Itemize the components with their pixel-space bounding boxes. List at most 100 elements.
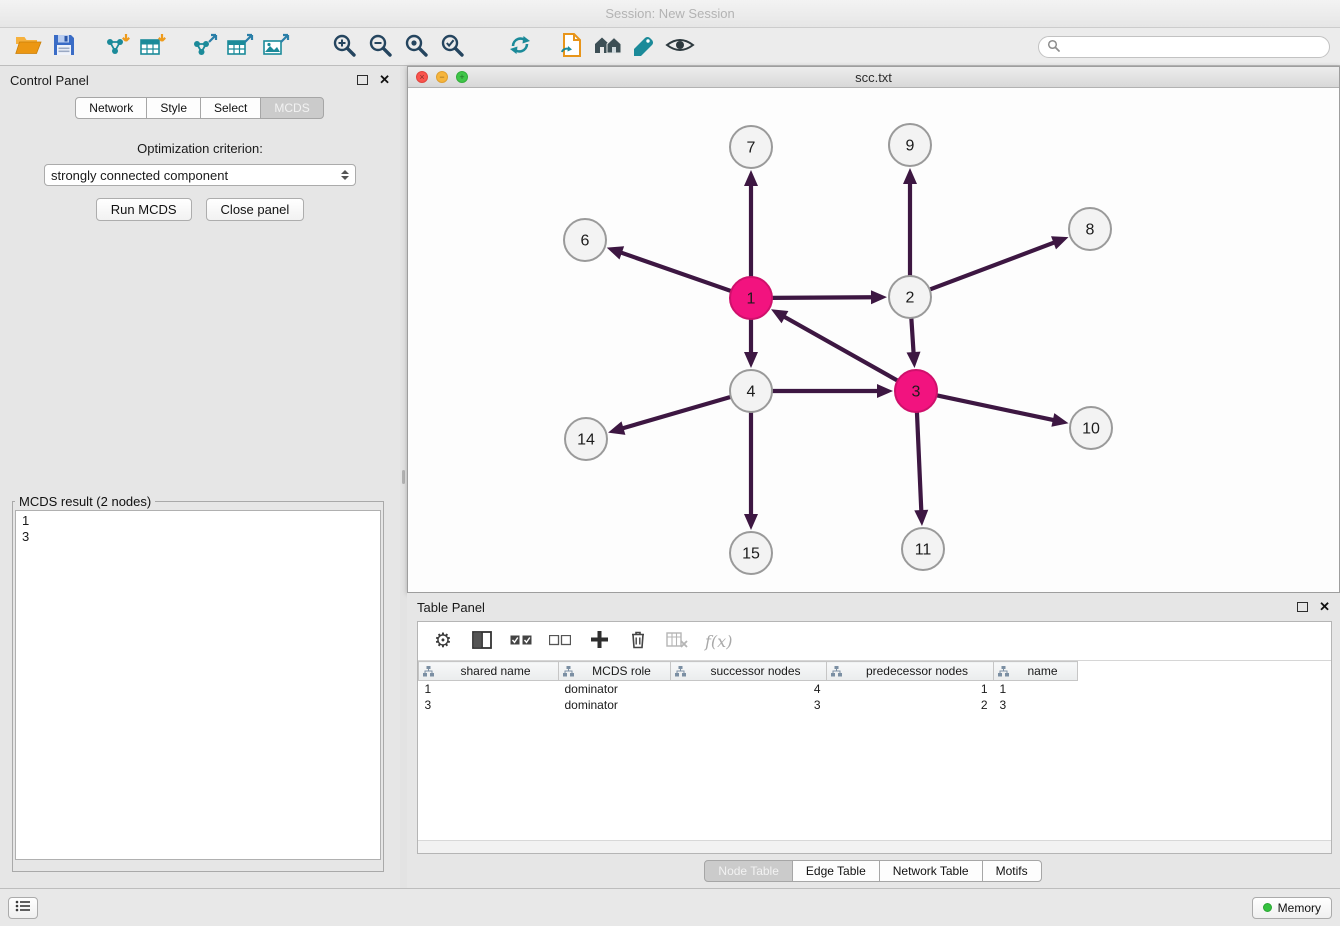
criterion-dropdown[interactable]: strongly connected component — [44, 164, 356, 186]
optimization-criterion-label: Optimization criterion: — [0, 141, 400, 156]
tab-node-table[interactable]: Node Table — [704, 860, 793, 882]
graph-node-11[interactable]: 11 — [902, 528, 944, 570]
vertical-splitter[interactable] — [400, 66, 407, 888]
task-history-button[interactable] — [8, 897, 38, 919]
function-builder-button[interactable]: f(x) — [705, 628, 732, 654]
graph-node-10[interactable]: 10 — [1070, 407, 1112, 449]
export-network-button[interactable] — [186, 31, 222, 63]
graph-node-1[interactable]: 1 — [730, 277, 772, 319]
graph-edge-3-11[interactable] — [917, 412, 921, 512]
import-network-icon — [102, 33, 130, 60]
show-columns-button[interactable] — [471, 628, 493, 654]
float-table-panel-icon[interactable] — [1297, 602, 1308, 612]
zoom-fit-button[interactable] — [398, 31, 434, 63]
svg-text:9: 9 — [906, 138, 915, 155]
tab-style[interactable]: Style — [146, 97, 201, 119]
float-panel-icon[interactable] — [357, 75, 368, 85]
zoom-in-button[interactable] — [326, 31, 362, 63]
cell-predecessor-nodes[interactable]: 2 — [827, 697, 994, 713]
trash-icon — [630, 630, 646, 652]
export-image-button[interactable] — [258, 31, 294, 63]
tab-select[interactable]: Select — [200, 97, 261, 119]
gear-icon: ⚙ — [434, 631, 452, 651]
graph-edge-3-1[interactable] — [783, 316, 897, 381]
graph-node-14[interactable]: 14 — [565, 418, 607, 460]
graph-edge-4-14[interactable] — [622, 397, 731, 429]
tab-network[interactable]: Network — [75, 97, 147, 119]
deselect-all-columns-button[interactable] — [549, 628, 571, 654]
import-table-button[interactable] — [134, 31, 170, 63]
graph-edge-1-6[interactable] — [620, 252, 731, 291]
cell-mcds-role[interactable]: dominator — [559, 681, 671, 697]
zoom-selected-button[interactable] — [434, 31, 470, 63]
graph-node-2[interactable]: 2 — [889, 276, 931, 318]
graph-node-9[interactable]: 9 — [889, 124, 931, 166]
graph-edge-2-3[interactable] — [911, 318, 913, 354]
window-close-icon[interactable]: × — [416, 71, 428, 83]
open-session-button[interactable] — [10, 31, 46, 63]
network-graph: 7 9 6 8 1 2 4 3 14 10 15 11 — [408, 88, 1339, 593]
graph-arrowhead — [1051, 413, 1068, 427]
first-neighbors-button[interactable] — [590, 31, 626, 63]
network-window-titlebar[interactable]: scc.txt × − + — [408, 67, 1339, 88]
graph-node-3[interactable]: 3 — [895, 370, 937, 412]
close-table-panel-icon[interactable]: ✕ — [1319, 599, 1330, 615]
delete-column-button[interactable] — [627, 628, 649, 654]
column-type-icon — [423, 666, 434, 680]
cell-shared-name[interactable]: 1 — [419, 681, 559, 697]
graph-edge-1-2[interactable] — [772, 297, 873, 298]
run-mcds-button[interactable]: Run MCDS — [96, 198, 192, 221]
graph-node-7[interactable]: 7 — [730, 126, 772, 168]
plus-icon — [591, 631, 608, 651]
graph-node-8[interactable]: 8 — [1069, 208, 1111, 250]
network-window-title: scc.txt — [408, 70, 1339, 85]
tab-motifs[interactable]: Motifs — [982, 860, 1042, 882]
cell-shared-name[interactable]: 3 — [419, 697, 559, 713]
cell-successor-nodes[interactable]: 4 — [671, 681, 827, 697]
delete-table-button[interactable] — [666, 628, 688, 654]
search-input[interactable] — [1065, 40, 1321, 54]
close-panel-icon[interactable]: ✕ — [379, 72, 390, 88]
window-minimize-icon[interactable]: − — [436, 71, 448, 83]
graph-node-15[interactable]: 15 — [730, 532, 772, 574]
network-canvas[interactable]: 7 9 6 8 1 2 4 3 14 10 15 11 — [408, 88, 1339, 592]
tab-edge-table[interactable]: Edge Table — [792, 860, 880, 882]
table-row[interactable]: 1dominator411 — [419, 681, 1078, 697]
annotation-button[interactable] — [626, 31, 662, 63]
graph-edge-2-8[interactable] — [930, 242, 1056, 290]
cell-name[interactable]: 3 — [994, 697, 1078, 713]
import-network-button[interactable] — [98, 31, 134, 63]
clone-network-button[interactable] — [554, 31, 590, 63]
graph-node-4[interactable]: 4 — [730, 370, 772, 412]
select-all-columns-button[interactable] — [510, 628, 532, 654]
column-header-mcds-role[interactable]: MCDS role — [559, 662, 671, 681]
memory-button[interactable]: Memory — [1252, 897, 1332, 919]
tab-network-table[interactable]: Network Table — [879, 860, 983, 882]
table-row[interactable]: 3dominator323 — [419, 697, 1078, 713]
column-header-shared-name[interactable]: shared name — [419, 662, 559, 681]
column-header-successor-nodes[interactable]: successor nodes — [671, 662, 827, 681]
column-header-predecessor-nodes[interactable]: predecessor nodes — [827, 662, 994, 681]
search-box[interactable] — [1038, 36, 1330, 58]
zoom-out-button[interactable] — [362, 31, 398, 63]
tab-mcds[interactable]: MCDS — [260, 97, 323, 119]
close-panel-button[interactable]: Close panel — [206, 198, 305, 221]
window-title: Session: New Session — [605, 6, 734, 21]
graph-edge-3-10[interactable] — [937, 395, 1055, 420]
graph-node-6[interactable]: 6 — [564, 219, 606, 261]
cell-successor-nodes[interactable]: 3 — [671, 697, 827, 713]
mcds-result-text: 1 3 — [15, 510, 381, 860]
table-settings-button[interactable]: ⚙ — [432, 628, 454, 654]
cell-mcds-role[interactable]: dominator — [559, 697, 671, 713]
refresh-button[interactable] — [502, 31, 538, 63]
cell-predecessor-nodes[interactable]: 1 — [827, 681, 994, 697]
svg-text:14: 14 — [577, 432, 595, 449]
add-column-button[interactable] — [588, 628, 610, 654]
window-zoom-icon[interactable]: + — [456, 71, 468, 83]
show-hide-button[interactable] — [662, 31, 698, 63]
cell-name[interactable]: 1 — [994, 681, 1078, 697]
save-session-button[interactable] — [46, 31, 82, 63]
column-header-name[interactable]: name — [994, 662, 1078, 681]
table-horizontal-scrollbar[interactable] — [418, 840, 1331, 853]
export-table-button[interactable] — [222, 31, 258, 63]
